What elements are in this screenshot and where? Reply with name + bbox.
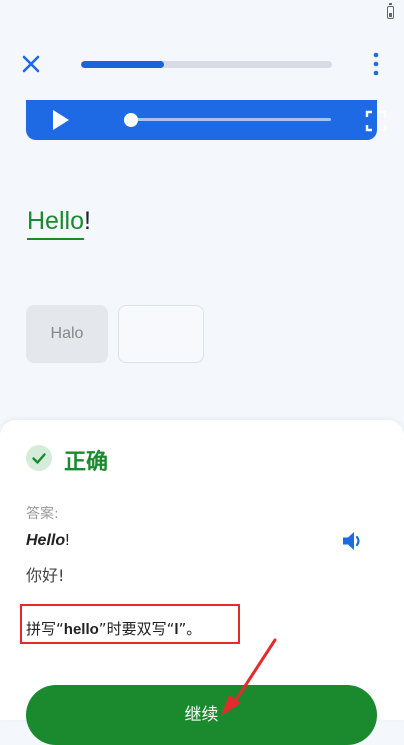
more-vertical-icon (373, 52, 379, 76)
seek-bar[interactable] (127, 118, 331, 121)
note-word: hello (63, 621, 99, 638)
close-icon (22, 55, 40, 73)
spelling-note: 拼写“hello”时要双写“l”。 (26, 618, 201, 639)
battery-icon (387, 3, 394, 19)
answer-translation: 你好! (26, 566, 65, 585)
answer-word: Hello (26, 532, 66, 549)
answer-label: 答案: (26, 506, 59, 522)
result-title: 正确 (64, 450, 109, 475)
close-button[interactable] (18, 51, 44, 77)
answer-punctuation: ! (65, 532, 70, 549)
prompt-word: Hello (27, 207, 84, 240)
prompt-sentence: Hello! (27, 207, 91, 240)
answer-sentence: Hello! (26, 532, 70, 550)
speaker-icon (343, 532, 360, 550)
status-bar (0, 0, 404, 28)
answer-tile-empty[interactable] (118, 305, 204, 363)
prompt-punctuation: ! (83, 207, 91, 235)
video-player (26, 100, 387, 140)
more-options-button[interactable] (366, 50, 386, 78)
fullscreen-button[interactable] (365, 110, 387, 132)
play-audio-button[interactable] (340, 528, 366, 554)
seek-handle[interactable] (124, 113, 138, 127)
lesson-progress-fill (81, 61, 164, 68)
note-prefix: 拼写“ (26, 620, 64, 638)
note-middle: ”时要双写“ (98, 620, 175, 638)
fullscreen-icon (365, 110, 387, 132)
play-icon (53, 110, 69, 130)
play-button[interactable] (50, 108, 72, 132)
answer-tile-filled[interactable]: Halo (26, 305, 108, 363)
continue-button[interactable]: 继续 (26, 685, 377, 745)
top-bar (0, 40, 404, 88)
note-suffix: ”。 (178, 620, 202, 638)
lesson-progress-bar (81, 61, 332, 68)
result-panel: 正确 答案: Hello! 你好! 拼写“hello”时要双写“l”。 继续 (0, 420, 404, 745)
check-icon (26, 445, 52, 471)
